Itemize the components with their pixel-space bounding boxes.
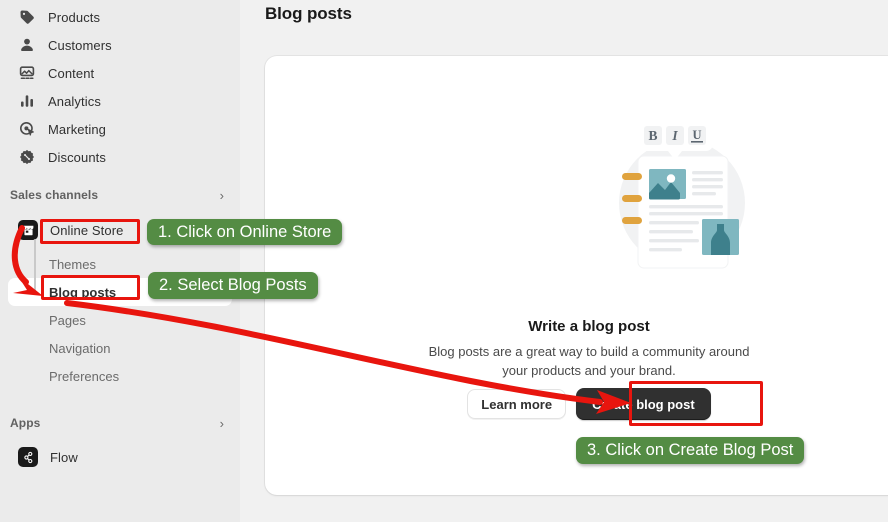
sidebar-item-label: Marketing (48, 121, 106, 137)
empty-state-actions: Learn more Create blog post (265, 388, 888, 420)
main-content: Blog posts B I U Write a blog post Blog … (240, 0, 888, 522)
sidebar-item-themes[interactable]: Themes (8, 250, 232, 278)
sidebar: Products Customers Content Analytics Mar… (0, 0, 240, 522)
sales-channels-section: Sales channels › Online Store Themes Blo… (0, 182, 240, 390)
blog-post-illustration: B I U (601, 111, 761, 276)
sidebar-item-label: Discounts (48, 149, 106, 165)
content-icon (18, 64, 36, 82)
online-store-icon (18, 220, 38, 240)
apps-section: Apps › Flow (0, 410, 240, 471)
apps-title: Apps (10, 416, 41, 430)
sales-channels-header[interactable]: Sales channels › (8, 182, 232, 208)
svg-text:I: I (671, 128, 678, 143)
chevron-right-icon: › (219, 187, 224, 203)
empty-state-description: Blog posts are a great way to build a co… (428, 344, 750, 378)
sidebar-item-label: Customers (48, 37, 112, 53)
sidebar-item-label: Pages (49, 312, 86, 328)
sidebar-item-blog-posts[interactable]: Blog posts (8, 278, 232, 306)
sidebar-item-marketing[interactable]: Marketing (8, 115, 232, 143)
sidebar-item-preferences[interactable]: Preferences (8, 362, 232, 390)
create-blog-post-button[interactable]: Create blog post (576, 388, 711, 420)
flow-icon (18, 447, 38, 467)
sidebar-item-label: Themes (49, 256, 96, 272)
sidebar-item-navigation[interactable]: Navigation (8, 334, 232, 362)
learn-more-button[interactable]: Learn more (467, 389, 567, 419)
bar-chart-icon (18, 92, 36, 110)
sidebar-item-label: Online Store (50, 222, 124, 238)
discount-badge-icon (18, 148, 36, 166)
sidebar-item-label: Content (48, 65, 95, 81)
sidebar-nav: Products Customers Content Analytics Mar… (0, 3, 240, 171)
sidebar-item-flow[interactable]: Flow (8, 443, 232, 471)
person-icon (18, 36, 36, 54)
svg-text:U: U (692, 128, 701, 142)
sidebar-item-content[interactable]: Content (8, 59, 232, 87)
sidebar-item-label: Preferences (49, 368, 120, 384)
sales-channels-title: Sales channels (10, 188, 99, 202)
tag-icon (18, 8, 36, 26)
sidebar-item-pages[interactable]: Pages (8, 306, 232, 334)
chevron-right-icon: › (219, 415, 224, 431)
page-title: Blog posts (265, 4, 352, 23)
sidebar-item-label: Blog posts (49, 284, 117, 300)
sidebar-item-label: Flow (50, 449, 78, 465)
svg-text:B: B (648, 128, 657, 143)
sidebar-item-discounts[interactable]: Discounts (8, 143, 232, 171)
subnav-rail (34, 239, 36, 291)
empty-state-card: B I U Write a blog post Blog posts are a… (265, 56, 888, 495)
sidebar-item-analytics[interactable]: Analytics (8, 87, 232, 115)
sidebar-item-online-store[interactable]: Online Store (8, 216, 232, 244)
empty-state-heading: Write a blog post (528, 318, 650, 335)
sidebar-item-customers[interactable]: Customers (8, 31, 232, 59)
shopify-admin-screen: Products Customers Content Analytics Mar… (0, 0, 888, 522)
sidebar-item-label: Analytics (48, 93, 101, 109)
sidebar-item-label: Navigation (49, 340, 111, 356)
target-icon (18, 120, 36, 138)
sidebar-item-label: Products (48, 9, 101, 25)
sidebar-item-products[interactable]: Products (8, 3, 232, 31)
apps-header[interactable]: Apps › (8, 410, 232, 436)
